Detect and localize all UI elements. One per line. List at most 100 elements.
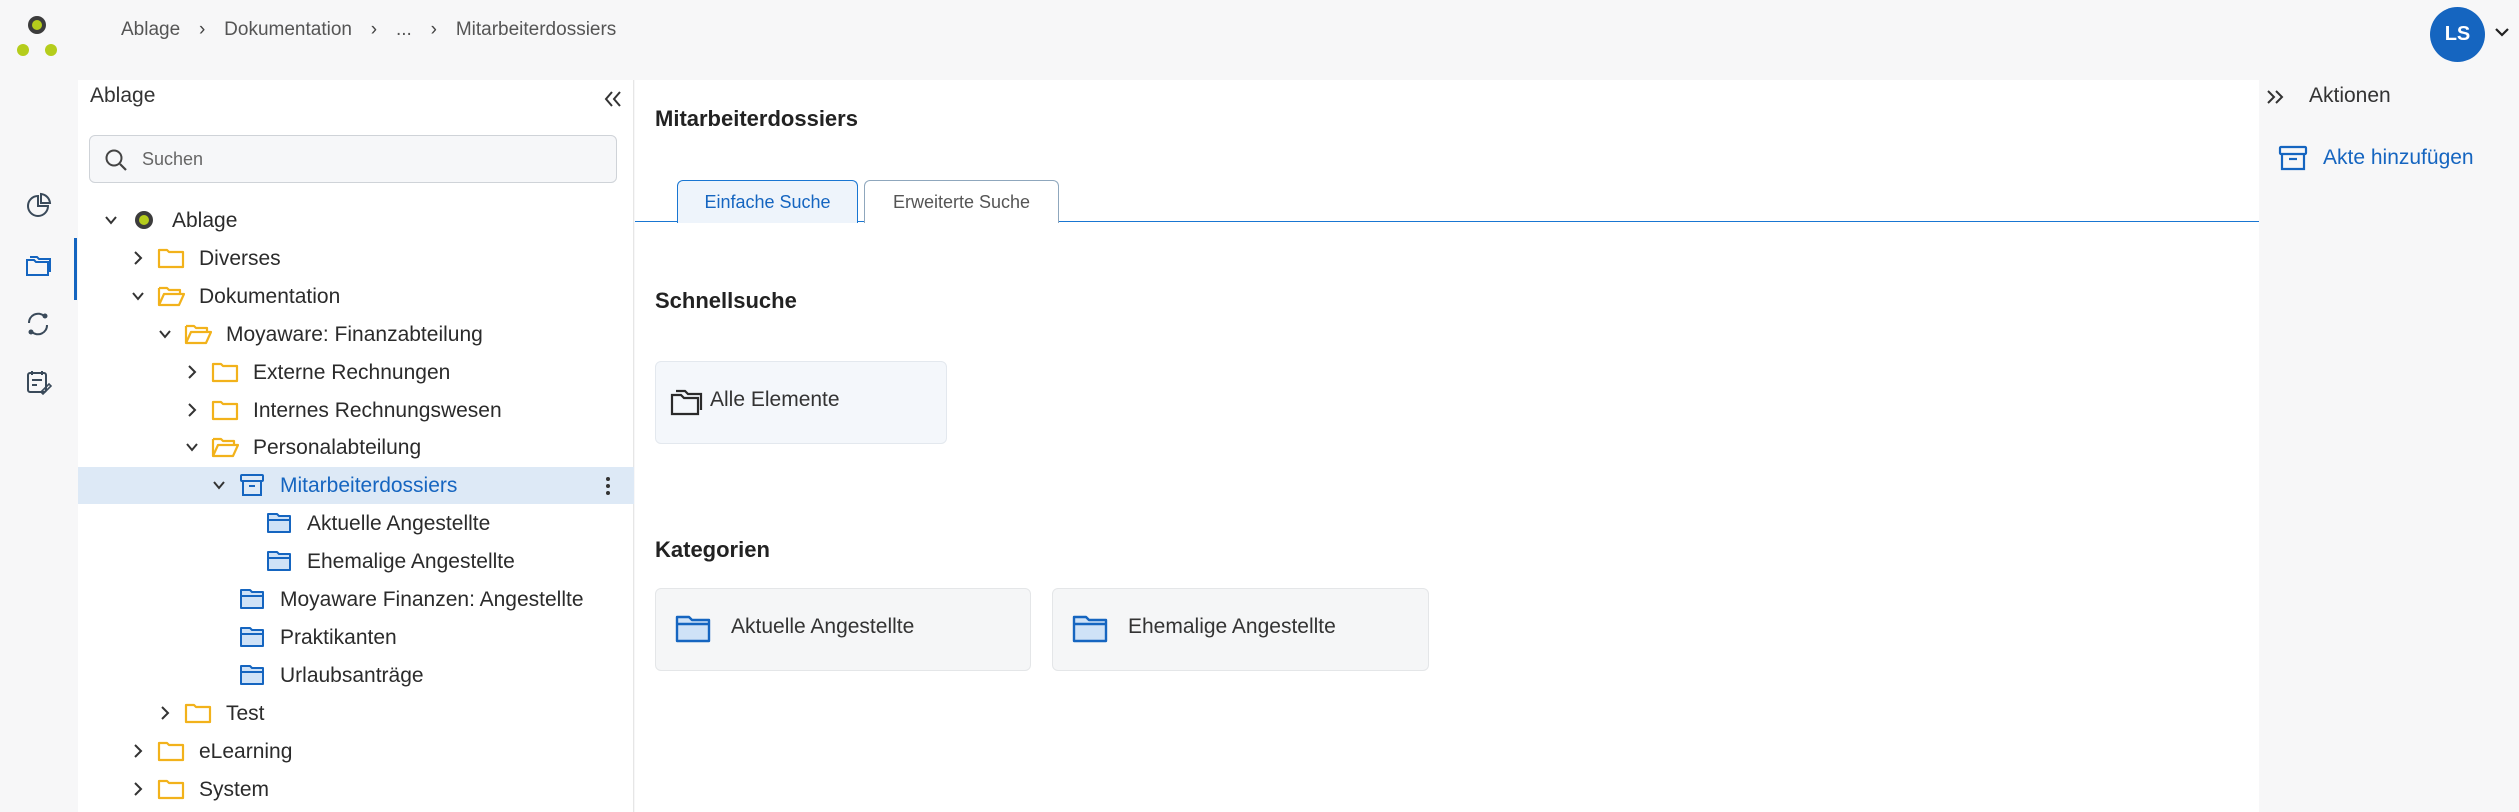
search-input[interactable] xyxy=(142,144,602,174)
folders-icon xyxy=(670,389,703,416)
chevron-right-icon: › xyxy=(370,19,378,40)
categories-title: Kategorien xyxy=(655,537,770,562)
card-label: Alle Elemente xyxy=(710,388,840,411)
chevron-right-icon[interactable] xyxy=(183,401,201,419)
chevron-right-icon[interactable] xyxy=(129,249,147,267)
archive-box-icon xyxy=(240,474,264,496)
folder-open-icon xyxy=(157,286,185,307)
breadcrumb-item-ellipsis[interactable]: ... xyxy=(396,19,412,41)
category-folder-icon xyxy=(675,615,711,643)
rail-item-dashboard[interactable] xyxy=(20,188,56,224)
card-all-elements[interactable]: Alle Elemente xyxy=(655,361,947,444)
folders-icon xyxy=(26,256,51,276)
expand-panel-icon[interactable] xyxy=(2263,85,2287,109)
tree-item-label: Externe Rechnungen xyxy=(253,361,451,384)
add-file-label: Akte hinzufügen xyxy=(2323,146,2474,169)
chevron-right-icon: › xyxy=(430,19,437,40)
breadcrumb-item-current: Mitarbeiterdossiers xyxy=(455,19,617,40)
tree-item[interactable]: eLearning xyxy=(78,733,634,770)
rail-item-files[interactable] xyxy=(20,248,56,284)
user-avatar[interactable]: LS xyxy=(2430,7,2485,62)
app-logo[interactable] xyxy=(14,12,60,58)
actions-title: Aktionen xyxy=(2309,84,2391,107)
chevron-right-icon[interactable] xyxy=(129,742,147,760)
tree-item[interactable]: Test xyxy=(78,695,634,732)
chevron-right-icon[interactable] xyxy=(129,780,147,798)
tree-item-label: Urlaubsanträge xyxy=(280,664,424,687)
tree-item[interactable]: Aktuelle Angestellte xyxy=(78,505,634,542)
tab-simple-search[interactable]: Einfache Suche xyxy=(677,180,858,223)
tree-item[interactable]: Moyaware Finanzen: Angestellte xyxy=(78,581,634,618)
chevron-down-icon[interactable] xyxy=(129,287,147,305)
collapse-panel-icon[interactable] xyxy=(600,86,626,112)
nav-rail xyxy=(0,80,78,812)
ablage-logo-icon xyxy=(135,211,153,229)
tab-bar: Einfache Suche Erweiterte Suche xyxy=(635,180,2259,223)
page-title: Mitarbeiterdossiers xyxy=(655,106,858,131)
tree-item-label: eLearning xyxy=(199,740,293,763)
breadcrumb-item-ablage[interactable]: Ablage xyxy=(121,19,180,41)
sync-icon xyxy=(27,312,49,336)
rail-item-tasks[interactable] xyxy=(20,364,56,400)
tree-item-label: Mitarbeiterdossiers xyxy=(280,474,458,497)
tree-item[interactable]: Ablage xyxy=(78,202,634,239)
rail-item-sync[interactable] xyxy=(20,306,56,342)
category-folder-icon xyxy=(1072,615,1108,643)
category-card-current-employees[interactable]: Aktuelle Angestellte xyxy=(655,588,1031,671)
main-content: Mitarbeiterdossiers Einfache Suche Erwei… xyxy=(635,80,2259,812)
tree-item-label: Ablage xyxy=(172,209,238,232)
tree-item[interactable]: Dokumentation xyxy=(78,278,634,315)
folder-icon xyxy=(157,779,185,800)
tree-item[interactable]: Urlaubsanträge xyxy=(78,657,634,694)
category-folder-icon xyxy=(267,551,291,571)
top-bar: Ablage › Dokumentation › ... › Mitarbeit… xyxy=(0,0,2519,80)
tree-item[interactable]: Ehemalige Angestellte xyxy=(78,543,634,580)
tab-advanced-search[interactable]: Erweiterte Suche xyxy=(864,180,1059,223)
chevron-down-icon[interactable] xyxy=(183,438,201,456)
chevron-down-icon[interactable] xyxy=(2492,22,2512,42)
category-folder-icon xyxy=(267,513,291,533)
folder-icon xyxy=(157,741,185,762)
chevron-down-icon[interactable] xyxy=(102,211,120,229)
archive-box-icon xyxy=(2278,145,2308,171)
folder-open-icon xyxy=(184,324,212,345)
tree-item-label: Internes Rechnungswesen xyxy=(253,399,502,422)
folder-open-icon xyxy=(211,437,239,458)
folder-icon xyxy=(211,362,239,383)
rail-active-indicator xyxy=(74,238,77,300)
chevron-down-icon[interactable] xyxy=(210,476,228,494)
tree-item[interactable]: Diverses xyxy=(78,240,634,277)
tree-search xyxy=(89,135,617,183)
tree-item-label: Aktuelle Angestellte xyxy=(307,512,491,535)
tree-item-label: Moyaware Finanzen: Angestellte xyxy=(280,588,584,611)
search-icon xyxy=(105,149,127,171)
tree-item[interactable]: Mitarbeiterdossiers xyxy=(78,467,634,504)
chevron-right-icon[interactable] xyxy=(156,704,174,722)
tree-item[interactable]: Personalabteilung xyxy=(78,429,634,466)
breadcrumb: Ablage › Dokumentation › ... › Mitarbeit… xyxy=(121,19,616,41)
tree-item[interactable]: Moyaware: Finanzabteilung xyxy=(78,316,634,353)
tree-item[interactable]: Externe Rechnungen xyxy=(78,354,634,391)
chevron-right-icon[interactable] xyxy=(183,363,201,381)
breadcrumb-item-dokumentation[interactable]: Dokumentation xyxy=(224,19,352,41)
actions-panel: Aktionen Akte hinzufügen xyxy=(2259,80,2519,812)
tree-item[interactable]: Internes Rechnungswesen xyxy=(78,392,634,429)
category-folder-icon xyxy=(240,665,264,685)
category-card-former-employees[interactable]: Ehemalige Angestellte xyxy=(1052,588,1429,671)
card-label: Ehemalige Angestellte xyxy=(1128,615,1336,638)
add-file-button[interactable]: Akte hinzufügen xyxy=(2277,138,2474,178)
card-label: Aktuelle Angestellte xyxy=(731,615,915,638)
category-folder-icon xyxy=(240,627,264,647)
tree-item-label: Moyaware: Finanzabteilung xyxy=(226,323,483,346)
tree-panel: Ablage Ablage Diverses Dokumentation Moyawa… xyxy=(78,80,634,812)
chevron-down-icon[interactable] xyxy=(156,325,174,343)
tree-item[interactable]: Praktikanten xyxy=(78,619,634,656)
folder-icon xyxy=(211,400,239,421)
folder-icon xyxy=(184,703,212,724)
tree-item-label: Praktikanten xyxy=(280,626,397,649)
tree-item[interactable]: System xyxy=(78,771,634,808)
tree-item-label: Diverses xyxy=(199,247,281,270)
more-vertical-icon[interactable] xyxy=(598,475,618,497)
tree-item-label: Ehemalige Angestellte xyxy=(307,550,515,573)
tree-item-label: Personalabteilung xyxy=(253,436,422,459)
